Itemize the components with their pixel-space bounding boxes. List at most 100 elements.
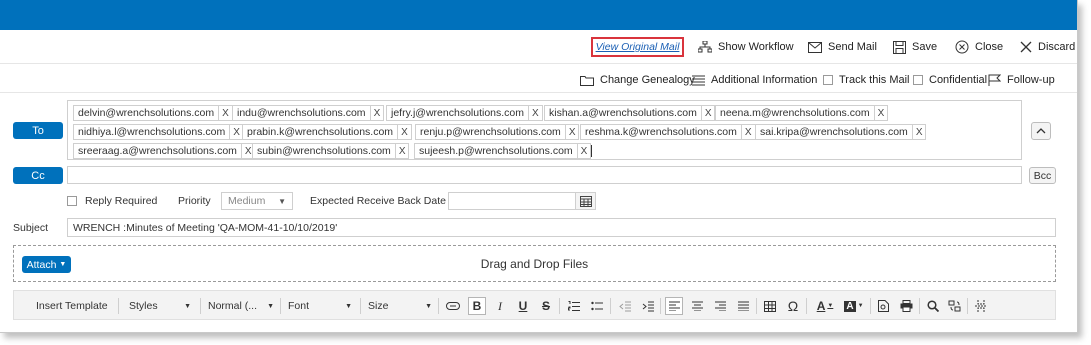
insert-template-button[interactable]: Insert Template: [36, 296, 108, 316]
expected-receive-back-date-label: Expected Receive Back Date: [310, 195, 446, 207]
subject-input[interactable]: WRENCH :Minutes of Meeting 'QA-MOM-41-10…: [67, 218, 1056, 237]
indent-icon[interactable]: [639, 297, 657, 315]
dropdown-arrow-icon: ▼: [827, 303, 834, 309]
collapse-recipients-button[interactable]: [1031, 122, 1051, 140]
remove-recipient-button[interactable]: X: [564, 125, 579, 139]
show-workflow-button[interactable]: Show Workflow: [698, 36, 794, 58]
strikethrough-button[interactable]: S: [537, 297, 555, 315]
save-button[interactable]: Save: [893, 36, 937, 58]
size-dropdown[interactable]: Size ▼: [368, 296, 432, 316]
page-break-icon[interactable]: [972, 297, 990, 315]
toolbar-separator: [919, 298, 920, 314]
text-caret: [591, 145, 592, 157]
change-genealogy-button[interactable]: Change Genealogy: [580, 69, 695, 91]
text-color-label: A: [816, 299, 826, 313]
justify-icon[interactable]: [734, 297, 752, 315]
background-color-button[interactable]: A ▼: [841, 297, 867, 315]
expected-receive-back-date-input[interactable]: [448, 192, 596, 210]
remove-recipient-button[interactable]: X: [740, 125, 755, 139]
recipient-chip: nidhiya.l@wrenchsolutions.com X: [73, 124, 244, 140]
remove-recipient-button[interactable]: X: [229, 125, 243, 139]
format-dropdown[interactable]: Normal (... ▼: [208, 296, 274, 316]
toolbar-separator: [200, 298, 201, 314]
additional-information-button[interactable]: Additional Information: [692, 69, 817, 91]
flag-icon: [988, 74, 1001, 86]
recipient-address: indu@wrenchsolutions.com: [237, 107, 366, 119]
view-original-mail-link[interactable]: View Original Mail: [591, 37, 684, 57]
styles-dropdown[interactable]: Styles ▼: [129, 296, 191, 316]
chevron-up-icon: [1036, 128, 1046, 134]
x-icon: [1020, 41, 1032, 53]
confidential-check-icon: [913, 75, 923, 85]
preview-icon[interactable]: [874, 297, 892, 315]
recipient-chip: sai.kripa@wrenchsolutions.com X: [755, 124, 927, 140]
to-recipients-field[interactable]: delvin@wrenchsolutions.com X indu@wrenchs…: [67, 100, 1022, 160]
recipient-address: jefry.j@wrenchsolutions.com: [391, 107, 525, 119]
remove-recipient-button[interactable]: X: [397, 125, 411, 139]
underline-button[interactable]: U: [514, 297, 532, 315]
discard-button[interactable]: Discard: [1020, 36, 1075, 58]
follow-up-button[interactable]: Follow-up: [988, 69, 1055, 91]
link-icon[interactable]: [444, 297, 462, 315]
file-drop-zone[interactable]: Attach ▼ Drag and Drop Files: [13, 245, 1056, 282]
track-this-mail-checkbox[interactable]: Track this Mail: [823, 69, 910, 91]
remove-recipient-button[interactable]: X: [873, 106, 888, 120]
folder-icon: [580, 75, 594, 86]
size-label: Size: [368, 300, 389, 312]
align-left-icon[interactable]: [665, 297, 683, 315]
confidential-label: Confidential: [929, 74, 988, 86]
cc-button[interactable]: Cc: [13, 167, 63, 184]
align-right-icon[interactable]: [711, 297, 729, 315]
toolbar-separator: [756, 298, 757, 314]
font-dropdown[interactable]: Font ▼: [288, 296, 352, 316]
workflow-icon: [698, 41, 712, 53]
show-workflow-label: Show Workflow: [718, 41, 794, 53]
recipient-address: prabin.k@wrenchsolutions.com: [247, 126, 394, 138]
table-icon[interactable]: [761, 297, 779, 315]
confidential-checkbox[interactable]: Confidential: [913, 69, 987, 91]
dropdown-arrow-icon: ▼: [425, 302, 432, 310]
search-icon[interactable]: [924, 297, 942, 315]
recipient-chip: neena.m@wrenchsolutions.com X: [715, 105, 889, 121]
list-icon: [692, 75, 705, 85]
bold-button[interactable]: B: [468, 297, 486, 315]
bulleted-list-icon[interactable]: [588, 297, 606, 315]
calendar-button[interactable]: [575, 193, 595, 209]
italic-button[interactable]: I: [491, 297, 509, 315]
numbered-list-icon[interactable]: [565, 297, 583, 315]
header-bar: [0, 0, 1077, 30]
to-button[interactable]: To: [13, 122, 63, 139]
print-icon[interactable]: [897, 297, 915, 315]
recipient-address: sai.kripa@wrenchsolutions.com: [760, 126, 908, 138]
reply-required-checkbox[interactable]: Reply Required: [67, 192, 157, 210]
follow-up-label: Follow-up: [1007, 74, 1055, 86]
recipient-address: subin@wrenchsolutions.com: [257, 145, 391, 157]
send-mail-button[interactable]: Send Mail: [808, 36, 877, 58]
toolbar-separator: [610, 298, 611, 314]
remove-recipient-button[interactable]: X: [576, 144, 591, 158]
remove-recipient-button[interactable]: X: [911, 125, 926, 139]
track-this-mail-check-icon: [823, 75, 833, 85]
change-genealogy-label: Change Genealogy: [600, 74, 695, 86]
bcc-button[interactable]: Bcc: [1029, 167, 1056, 184]
align-center-icon[interactable]: [688, 297, 706, 315]
replace-icon[interactable]: [945, 297, 963, 315]
close-button[interactable]: Close: [955, 36, 1003, 58]
priority-select[interactable]: Medium ▼: [221, 192, 293, 210]
outdent-icon[interactable]: [616, 297, 634, 315]
recipient-address: delvin@wrenchsolutions.com: [78, 107, 215, 119]
toolbar-separator: [280, 298, 281, 314]
toolbar-separator: [967, 298, 968, 314]
remove-recipient-button[interactable]: X: [218, 106, 232, 120]
remove-recipient-button[interactable]: X: [528, 106, 542, 120]
cc-recipients-field[interactable]: [67, 166, 1022, 184]
remove-recipient-button[interactable]: X: [369, 106, 384, 120]
insert-template-label: Insert Template: [36, 300, 108, 312]
toolbar-separator: [559, 298, 560, 314]
text-color-button[interactable]: A ▼: [812, 297, 838, 315]
remove-recipient-button[interactable]: X: [394, 144, 409, 158]
special-character-button[interactable]: Ω: [784, 297, 802, 315]
close-circle-icon: [955, 40, 969, 54]
remove-recipient-button[interactable]: X: [700, 106, 715, 120]
recipient-chip: renju.p@wrenchsolutions.com X: [415, 124, 580, 140]
